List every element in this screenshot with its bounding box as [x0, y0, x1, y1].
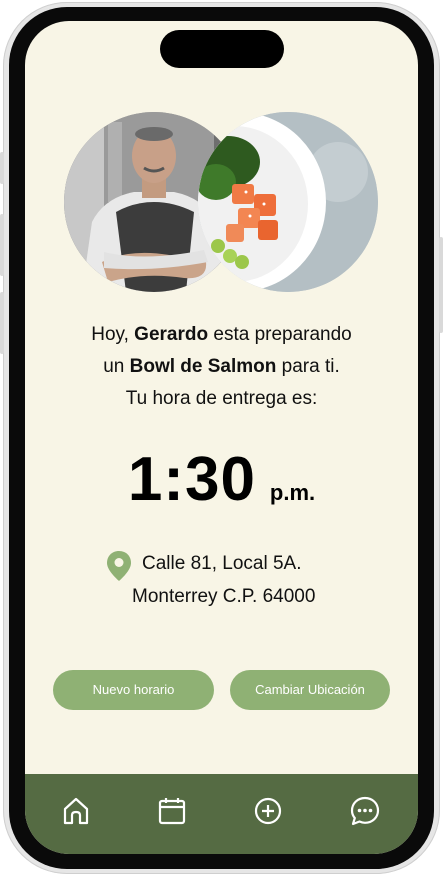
greeting-line-2: un Bowl de Salmon para ti.: [25, 356, 418, 378]
greeting-line2-suffix: para ti.: [276, 356, 340, 377]
volume-up-button: [0, 214, 4, 276]
address-line-1: Calle 81, Local 5A.: [142, 553, 302, 574]
bottom-navigation: [25, 774, 418, 854]
greeting-middle: esta preparando: [208, 324, 352, 345]
chat-icon[interactable]: [348, 794, 382, 828]
greeting-line2-prefix: un: [103, 356, 130, 377]
calendar-icon[interactable]: [155, 794, 189, 828]
dish-name: Bowl de Salmon: [129, 356, 277, 377]
address-line-2: Monterrey C.P. 64000: [132, 586, 316, 607]
dynamic-island: [160, 30, 284, 68]
add-icon[interactable]: [251, 794, 285, 828]
delivery-time-value: 1:30: [127, 445, 256, 514]
mute-switch: [0, 152, 4, 184]
greeting-prefix: Hoy,: [91, 324, 135, 345]
power-button: [439, 237, 443, 333]
delivery-time-period: p.m.: [269, 480, 316, 505]
delivery-time: 1:30 p.m.: [25, 444, 418, 515]
volume-down-button: [0, 292, 4, 354]
change-location-button[interactable]: Cambiar Ubicación: [230, 670, 390, 710]
home-icon[interactable]: [59, 794, 93, 828]
chef-name: Gerardo: [134, 324, 209, 345]
greeting-line-1: Hoy, Gerardo esta preparando: [25, 324, 418, 346]
salmon-bowl-photo: [198, 112, 378, 292]
delivery-time-label: Tu hora de entrega es:: [125, 388, 318, 409]
location-pin-icon: [107, 551, 131, 581]
app-screen: Hoy, Gerardo esta preparando un Bowl de …: [25, 21, 418, 854]
new-time-button[interactable]: Nuevo horario: [53, 670, 214, 710]
